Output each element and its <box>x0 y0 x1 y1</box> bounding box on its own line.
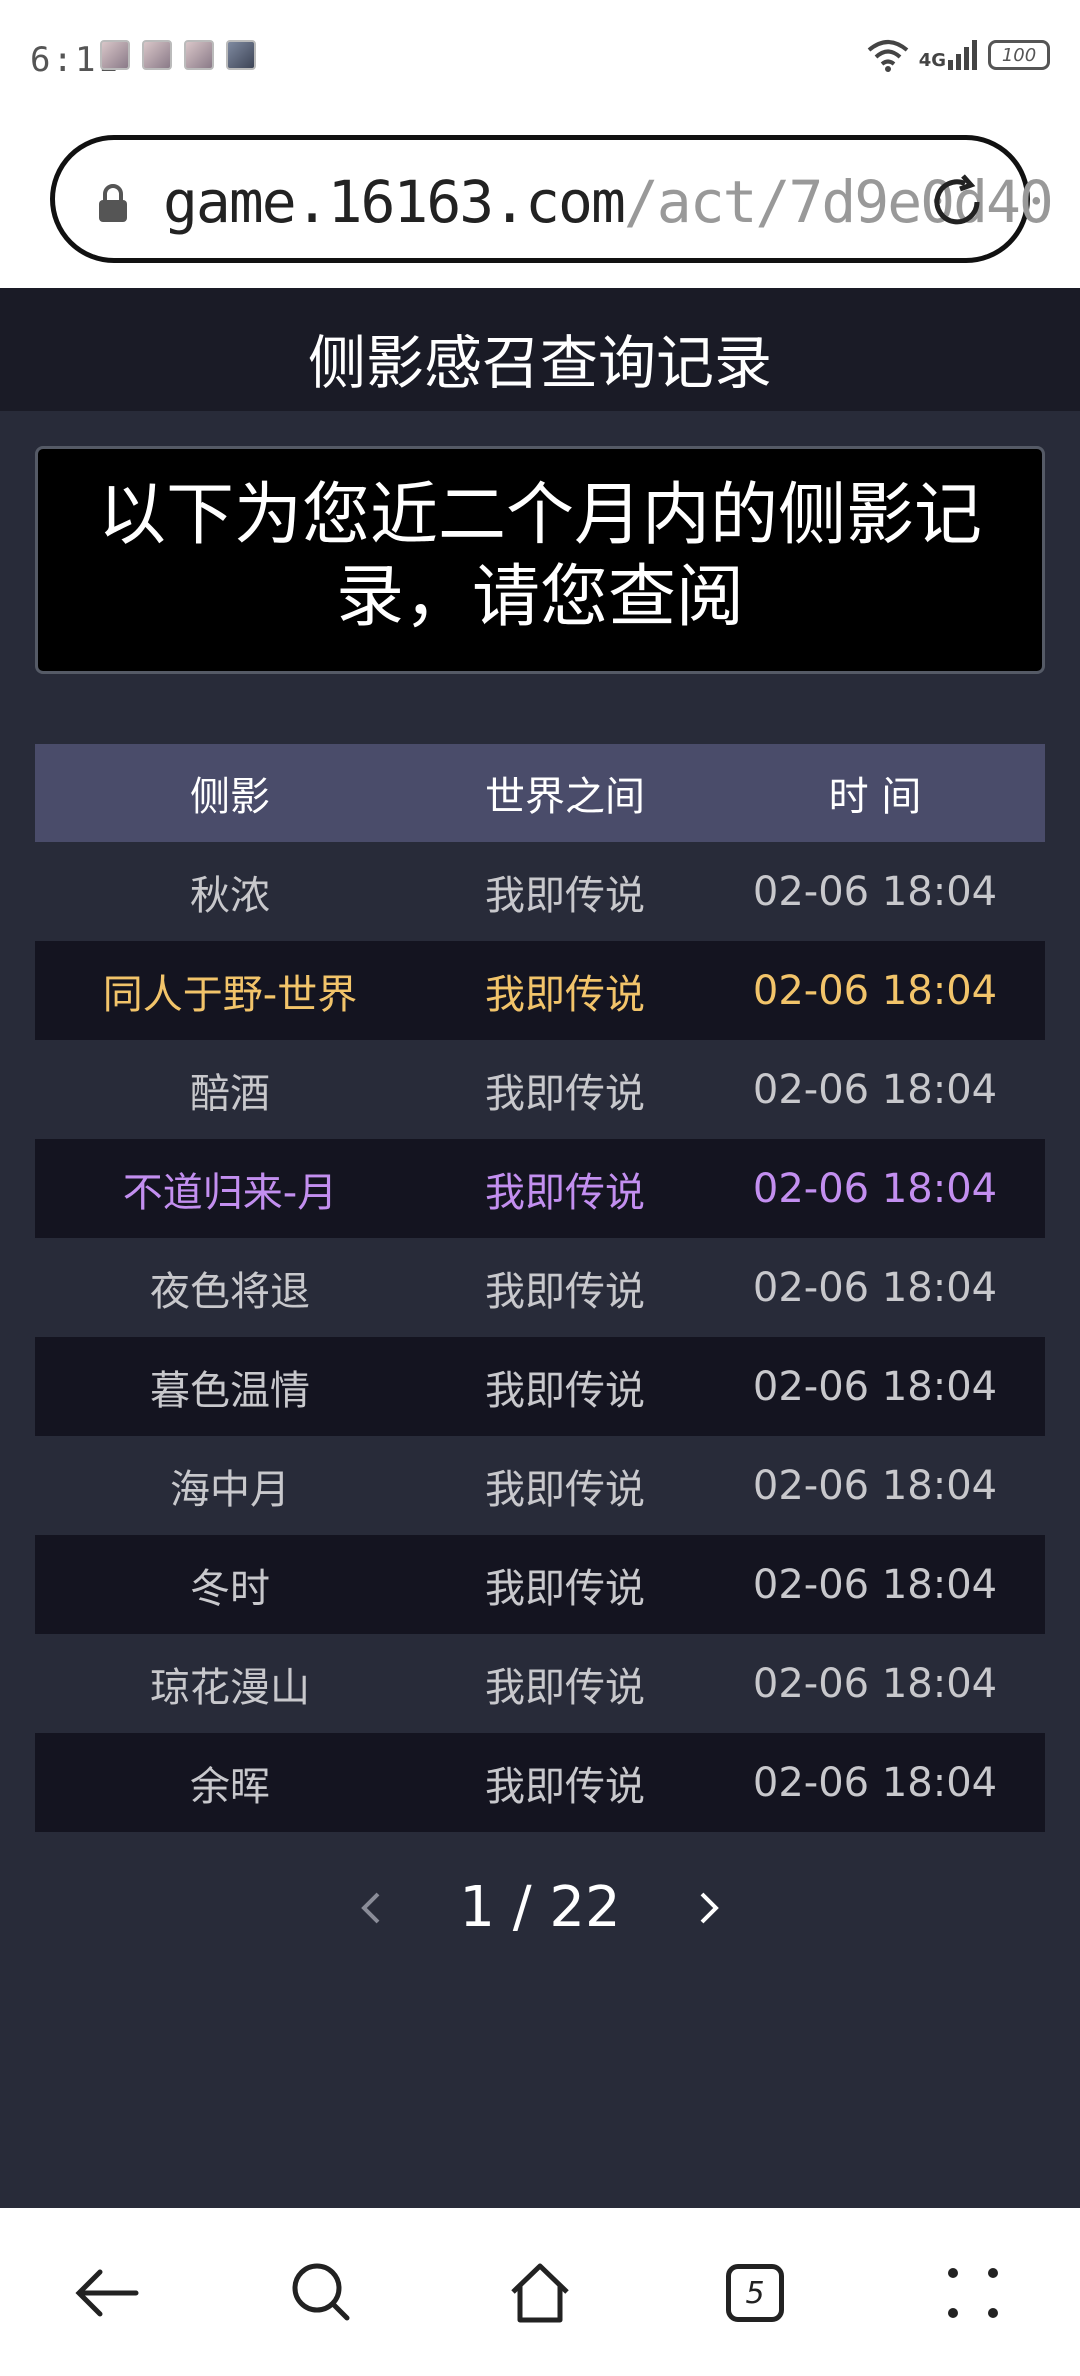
menu-dots-icon[interactable] <box>938 2258 1008 2328</box>
row-time: 02-06 18:04 <box>752 1363 998 1410</box>
row-name: 冬时 <box>190 1565 270 1612</box>
prev-page-button[interactable] <box>350 1878 390 1938</box>
table-row: 不道归来-月 我即传说 02-06 18:04 <box>35 1139 1045 1238</box>
table-row: 海中月 我即传说 02-06 18:04 <box>35 1436 1045 1535</box>
table-row: 醅酒 我即传说 02-06 18:04 <box>35 1040 1045 1139</box>
notice-box: 以下为您近二个月内的侧影记录，请您查阅 <box>35 446 1045 674</box>
table-row: 同人于野-世界 我即传说 02-06 18:04 <box>35 941 1045 1040</box>
row-time: 02-06 18:04 <box>752 1759 998 1806</box>
status-right: 4G 100 <box>867 38 1050 72</box>
next-page-button[interactable] <box>690 1878 730 1938</box>
page-indicator: 1 / 22 <box>459 1875 621 1940</box>
table-row: 秋浓 我即传说 02-06 18:04 <box>35 842 1045 941</box>
row-name: 秋浓 <box>190 872 270 919</box>
row-world: 我即传说 <box>485 1169 645 1216</box>
table-row: 夜色将退 我即传说 02-06 18:04 <box>35 1238 1045 1337</box>
notification-app-icon <box>226 40 256 70</box>
row-name: 夜色将退 <box>150 1268 310 1315</box>
page-header: 侧影感召查询记录 <box>0 288 1080 411</box>
lock-icon <box>99 184 127 222</box>
notification-app-icon <box>184 40 214 70</box>
column-header-name: 侧影 <box>190 774 270 820</box>
page-content: 侧影感召查询记录 以下为您近二个月内的侧影记录，请您查阅 侧影 世界之间 时 间… <box>0 288 1080 2208</box>
row-world: 我即传说 <box>485 1664 645 1711</box>
row-world: 我即传说 <box>485 872 645 919</box>
row-world: 我即传说 <box>485 1466 645 1513</box>
row-time: 02-06 18:04 <box>752 1660 998 1707</box>
row-time: 02-06 18:04 <box>752 1165 998 1212</box>
back-icon[interactable] <box>72 2258 142 2328</box>
row-name: 醅酒 <box>190 1070 270 1117</box>
pagination: 1 / 22 <box>0 1868 1080 1948</box>
battery-icon: 100 <box>988 40 1050 70</box>
column-header-world: 世界之间 <box>485 774 645 820</box>
table-row: 琼花漫山 我即传说 02-06 18:04 <box>35 1634 1045 1733</box>
search-icon[interactable] <box>287 2258 357 2328</box>
battery-level: 100 <box>1001 44 1037 66</box>
row-name: 余晖 <box>190 1763 270 1810</box>
row-world: 我即传说 <box>485 1268 645 1315</box>
notification-app-icon <box>100 40 130 70</box>
row-time: 02-06 18:04 <box>752 1264 998 1311</box>
row-name: 琼花漫山 <box>150 1664 310 1711</box>
notification-icons <box>100 40 256 70</box>
url-host: game.16163.com <box>163 168 626 236</box>
tab-count: 5 <box>726 2264 784 2322</box>
row-time: 02-06 18:04 <box>752 967 998 1014</box>
row-name: 不道归来-月 <box>122 1169 338 1216</box>
url-path: /act/7d9e0d40 <box>623 168 1054 236</box>
records-table: 侧影 世界之间 时 间 秋浓 我即传说 02-06 18:04 同人于野-世界 … <box>35 744 1045 1832</box>
cellular-signal-icon: 4G <box>919 40 978 70</box>
page-title: 侧影感召查询记录 <box>307 329 772 397</box>
browser-bottom-nav: 5 <box>0 2208 1080 2376</box>
row-time: 02-06 18:04 <box>752 1561 998 1608</box>
row-time: 02-06 18:04 <box>752 1066 998 1113</box>
row-world: 我即传说 <box>485 1070 645 1117</box>
row-world: 我即传说 <box>485 971 645 1018</box>
table-row: 暮色温情 我即传说 02-06 18:04 <box>35 1337 1045 1436</box>
wifi-icon <box>867 40 908 72</box>
row-name: 同人于野-世界 <box>102 971 358 1018</box>
row-time: 02-06 18:04 <box>752 1462 998 1509</box>
address-bar[interactable]: game.16163.com/act/7d9e0d40 <box>50 135 1054 263</box>
url-text[interactable]: game.16163.com/act/7d9e0d40 <box>163 168 1054 236</box>
row-world: 我即传说 <box>485 1367 645 1414</box>
row-world: 我即传说 <box>485 1565 645 1612</box>
tabs-button[interactable]: 5 <box>720 2258 790 2328</box>
table-header: 侧影 世界之间 时 间 <box>35 744 1045 842</box>
table-row: 冬时 我即传说 02-06 18:04 <box>35 1535 1045 1634</box>
status-bar: 6:11 4G 100 <box>0 0 1080 120</box>
home-icon[interactable] <box>505 2258 575 2328</box>
refresh-icon[interactable] <box>927 172 987 232</box>
signal-bars-icon <box>948 40 977 70</box>
table-row: 余晖 我即传说 02-06 18:04 <box>35 1733 1045 1832</box>
network-type: 4G <box>918 50 946 71</box>
row-name: 海中月 <box>170 1466 290 1513</box>
row-name: 暮色温情 <box>150 1367 310 1414</box>
row-world: 我即传说 <box>485 1763 645 1810</box>
row-time: 02-06 18:04 <box>752 868 998 915</box>
column-header-time: 时 间 <box>828 774 922 820</box>
notification-app-icon <box>142 40 172 70</box>
